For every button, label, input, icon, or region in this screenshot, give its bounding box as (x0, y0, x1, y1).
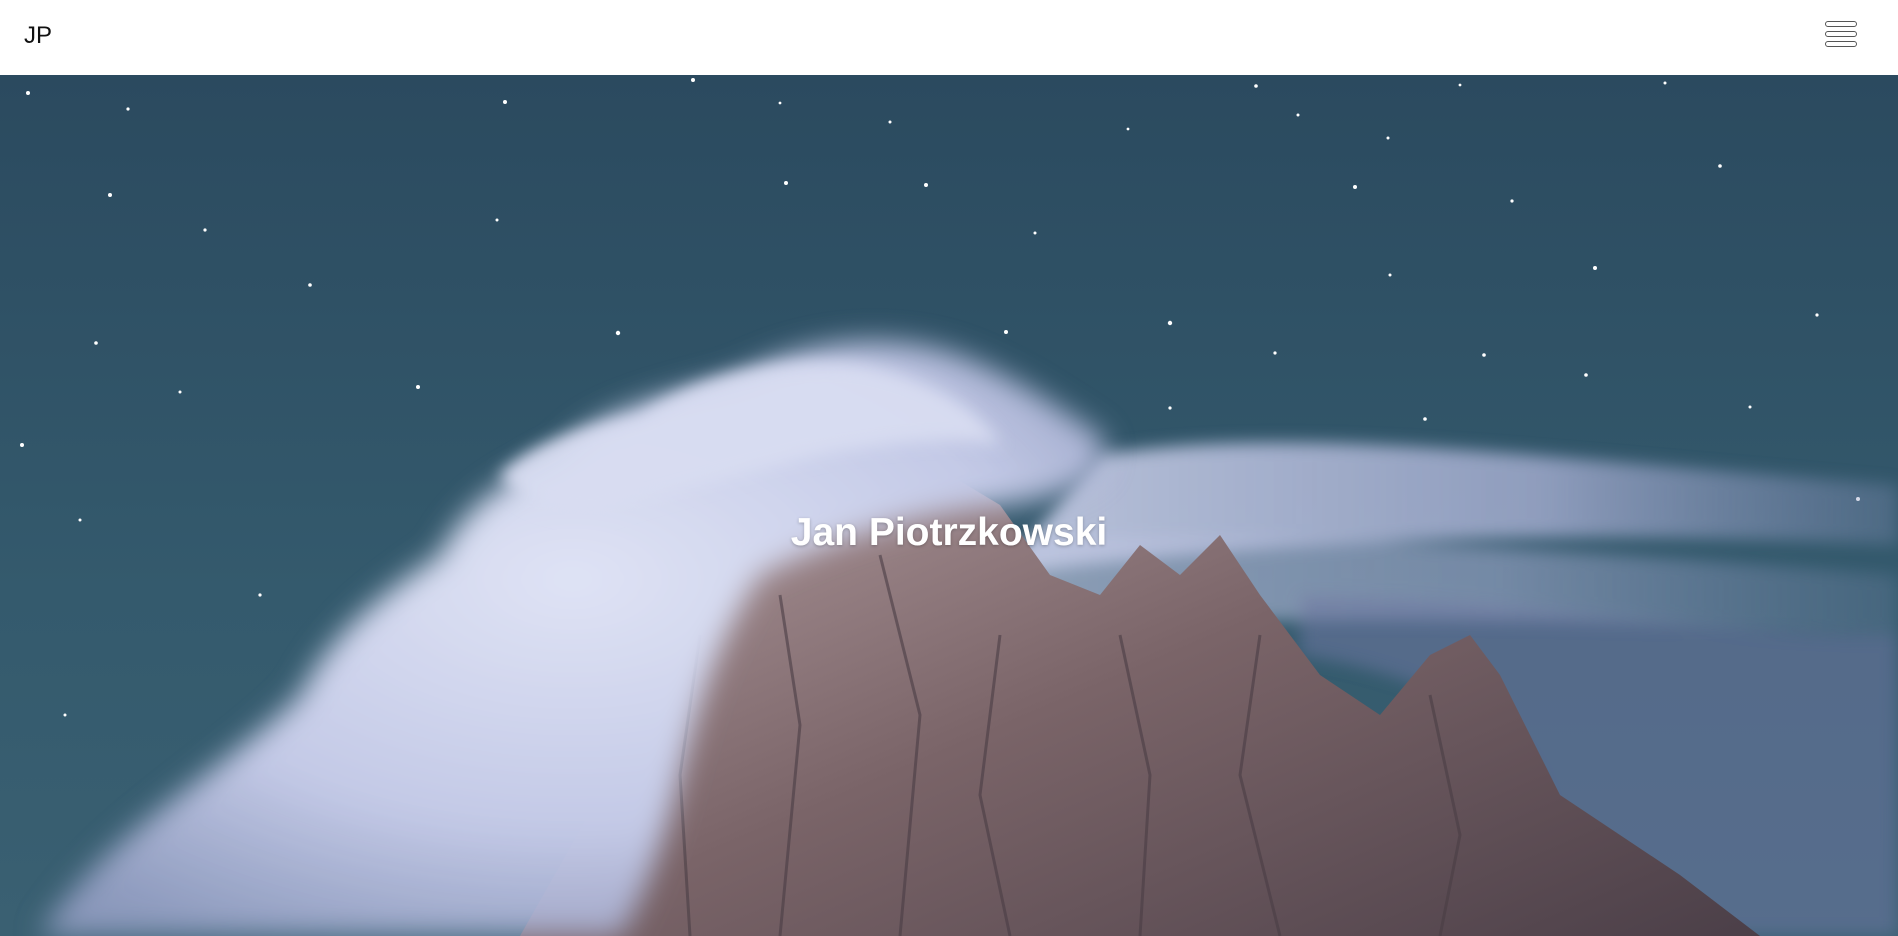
site-logo[interactable]: JP (24, 22, 52, 50)
hero-title: Jan Piotrzkowski (790, 511, 1108, 555)
navbar: JP (0, 0, 1898, 75)
mountain-night-sky-image (0, 75, 1898, 936)
menu-toggle-button[interactable] (1824, 20, 1860, 52)
hero-section: Jan Piotrzkowski (0, 75, 1898, 936)
